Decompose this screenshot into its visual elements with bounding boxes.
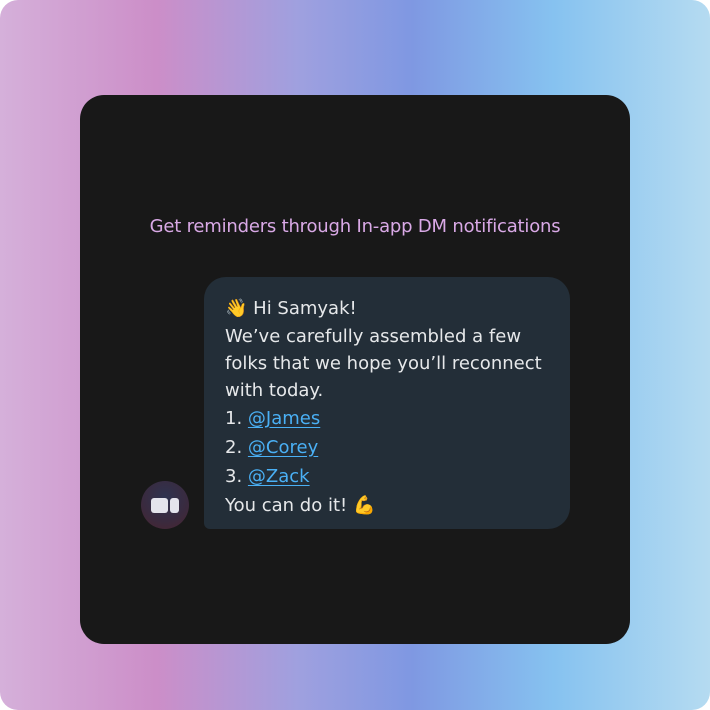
message-content: 👋 Hi Samyak! We’ve carefully assembled a… xyxy=(225,294,565,520)
body-line-3: with today. xyxy=(225,380,324,401)
closing-line: You can do it! 💪 xyxy=(225,491,565,520)
closing-text: You can do it! xyxy=(225,495,348,516)
list-item-1: 1. @James xyxy=(225,404,565,433)
list-item-3: 3. @Zack xyxy=(225,462,565,491)
mention-link-corey[interactable]: @Corey xyxy=(248,437,318,458)
avatar-block-left xyxy=(151,498,168,513)
body-line-2: folks that we hope you’ll reconnect xyxy=(225,353,542,374)
list-item-2: 2. @Corey xyxy=(225,433,565,462)
wave-emoji-icon: 👋 xyxy=(225,298,248,319)
list-number: 3. xyxy=(225,466,243,487)
greeting-text: Hi Samyak! xyxy=(253,298,357,319)
card-heading: Get reminders through In-app DM notifica… xyxy=(149,216,561,237)
flexed-biceps-emoji-icon: 💪 xyxy=(352,495,376,516)
greeting-line: 👋 Hi Samyak! xyxy=(225,294,565,323)
avatar-block-right xyxy=(170,498,179,513)
body-line-1: We’ve carefully assembled a few xyxy=(225,326,522,347)
mention-link-james[interactable]: @James xyxy=(248,408,320,429)
list-number: 1. xyxy=(225,408,243,429)
gradient-background: Get reminders through In-app DM notifica… xyxy=(0,0,710,710)
list-number: 2. xyxy=(225,437,243,458)
bot-avatar-icon xyxy=(141,481,189,529)
mention-link-zack[interactable]: @Zack xyxy=(248,466,310,487)
